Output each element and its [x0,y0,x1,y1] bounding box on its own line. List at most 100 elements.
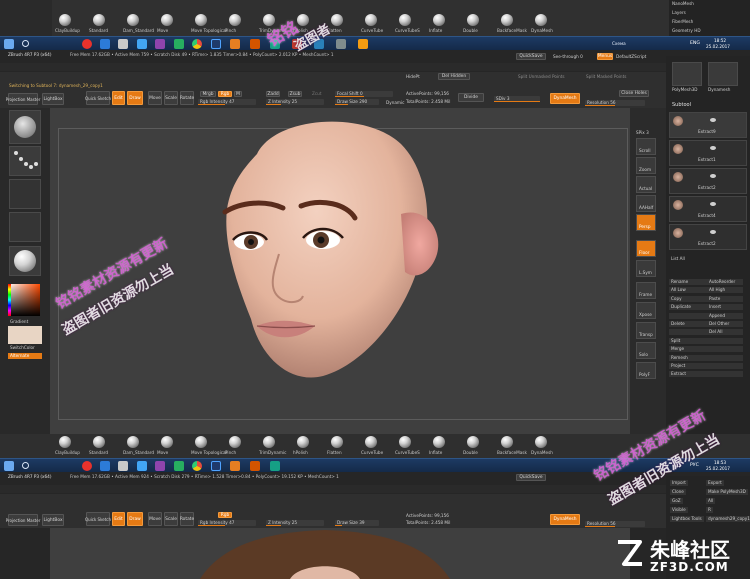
m-button[interactable]: M [234,91,242,97]
split-unmasked-button[interactable]: Split Unmasked Points [518,74,565,79]
resolution-slider[interactable]: Resolution 56 [585,100,645,106]
zbrush-taskbar-icon[interactable] [118,39,128,49]
brush-icon[interactable] [535,14,547,26]
subtool-row[interactable]: Extract2 [669,224,747,250]
tool-action[interactable]: All [706,498,716,505]
tool-action[interactable]: Clone [670,489,686,496]
see-through-slider[interactable]: See-through 0 [553,54,583,59]
rgb-intensity-slider[interactable]: Rgb Intensity 47 [198,99,256,105]
edit-button[interactable]: Edit [112,512,125,526]
transp-button[interactable]: Transp [636,322,656,339]
mrgb-button[interactable]: Mrgb [200,91,216,97]
subtool-action[interactable]: Insert [709,304,721,310]
subtool-action[interactable]: All High [709,287,725,293]
color-picker[interactable] [8,284,40,316]
rgb-button[interactable]: Rgb [218,512,232,518]
persp-button[interactable]: Persp [636,214,656,231]
subtool-action-row[interactable]: All Low All High [669,287,743,294]
zoom-button[interactable]: Zoom [636,157,656,174]
texture-thumbnail[interactable] [9,212,41,242]
app-icon[interactable] [250,39,260,49]
projection-master-button[interactable]: Projection Master [6,93,40,105]
chrome-icon[interactable] [192,39,202,49]
brush-icon[interactable] [297,436,309,448]
subtool-header[interactable]: Subtool [672,103,691,108]
brush-icon[interactable] [59,436,71,448]
brush-icon[interactable] [161,436,173,448]
subtool-action-row[interactable]: Rename AutoReorder [669,279,743,285]
brush-icon[interactable] [399,436,411,448]
lsym-button[interactable]: L.Sym [636,260,656,277]
brush-icon[interactable] [229,436,241,448]
app-icon[interactable] [137,461,147,471]
subtool-action-row[interactable]: Copy Paste [669,295,743,302]
brush-icon[interactable] [263,436,275,448]
actual-button[interactable]: Actual [636,176,656,193]
scroll-button[interactable]: Scroll [636,138,656,155]
rgb-intensity-slider[interactable]: Rgb Intensity 47 [198,520,256,526]
brush-icon[interactable] [433,436,445,448]
subtool-row[interactable]: Extract1 [669,140,747,166]
scale-button[interactable]: Scale [164,512,178,526]
alternate-button[interactable]: Alternate [8,353,42,360]
app-icon[interactable] [155,39,165,49]
app-icon[interactable] [336,39,346,49]
head-model-hair[interactable] [200,528,450,579]
subtool-action-row[interactable]: Delete Del Other [669,321,743,327]
dynamic-toggle[interactable]: Dynamic [386,100,404,105]
subtool-action[interactable]: Del All [709,329,723,335]
hide-pt-button[interactable]: HidePt [406,74,420,79]
menus-button[interactable]: Menus [597,53,613,60]
brush-thumbnail[interactable] [9,110,41,144]
subtool-row[interactable]: Extract9 [669,112,747,138]
projection-master-button[interactable]: Projection Master [6,514,40,526]
subtool-action-row[interactable]: Append [669,312,743,319]
subtool-action-row[interactable]: Merge [669,346,743,353]
switch-color-button[interactable]: SwitchColor [10,345,35,350]
language-indicator[interactable]: РУС [690,463,699,469]
focal-shift-slider[interactable]: Focal Shift 0 [335,91,393,97]
del-hidden-button[interactable]: Del Hidden [438,73,470,80]
draw-size-slider[interactable]: Draw Size 290 [335,99,379,105]
aahalf-button[interactable]: AAHalf [636,195,656,212]
brush-icon[interactable] [59,14,71,26]
brush-icon[interactable] [297,14,309,26]
frame-button[interactable]: Frame [636,282,656,299]
clock-date[interactable]: 25.02.2017 [706,466,730,471]
app-icon[interactable] [174,39,184,49]
subtool-action-row[interactable]: Extract [669,371,743,378]
close-holes-button[interactable]: Close Holes [619,90,649,97]
brush-icon[interactable] [331,436,343,448]
subtool-action[interactable]: Append [709,313,725,319]
app-icon[interactable] [230,39,240,49]
z-intensity-slider[interactable]: Z Intensity 25 [266,99,324,105]
windows-start-icon[interactable] [4,39,14,49]
top-right-item[interactable]: FiberMesh [672,19,693,24]
list-all-button[interactable]: List All [671,256,685,261]
tool-name[interactable]: Dynamesh [708,87,730,92]
draw-button[interactable]: Draw [127,91,143,105]
stroke-thumbnail[interactable] [9,146,41,176]
search-icon[interactable] [22,40,29,47]
main-color-swatch[interactable] [8,326,42,344]
app-icon[interactable] [174,461,184,471]
xpose-button[interactable]: Xpose [636,302,656,319]
brush-icon[interactable] [365,14,377,26]
photoshop-icon[interactable] [211,461,221,471]
spix-slider[interactable]: SPix 3 [636,130,649,135]
tool-action[interactable]: R [706,507,713,514]
subtool-action-row[interactable]: Project [669,363,743,369]
brush-icon[interactable] [467,14,479,26]
tool-action[interactable]: Import [670,480,688,487]
subtool-action-row[interactable]: Split [669,337,743,344]
tool-action[interactable]: Export [706,480,724,487]
brush-icon[interactable] [433,14,445,26]
visibility-eye-icon[interactable] [710,230,716,234]
brush-icon[interactable] [467,436,479,448]
brush-icon[interactable] [535,436,547,448]
brush-icon[interactable] [229,14,241,26]
rotate-button[interactable]: Rotate [180,512,194,526]
photoshop-icon[interactable] [211,39,221,49]
divide-button[interactable]: Divide [458,93,484,102]
brush-icon[interactable] [127,14,139,26]
